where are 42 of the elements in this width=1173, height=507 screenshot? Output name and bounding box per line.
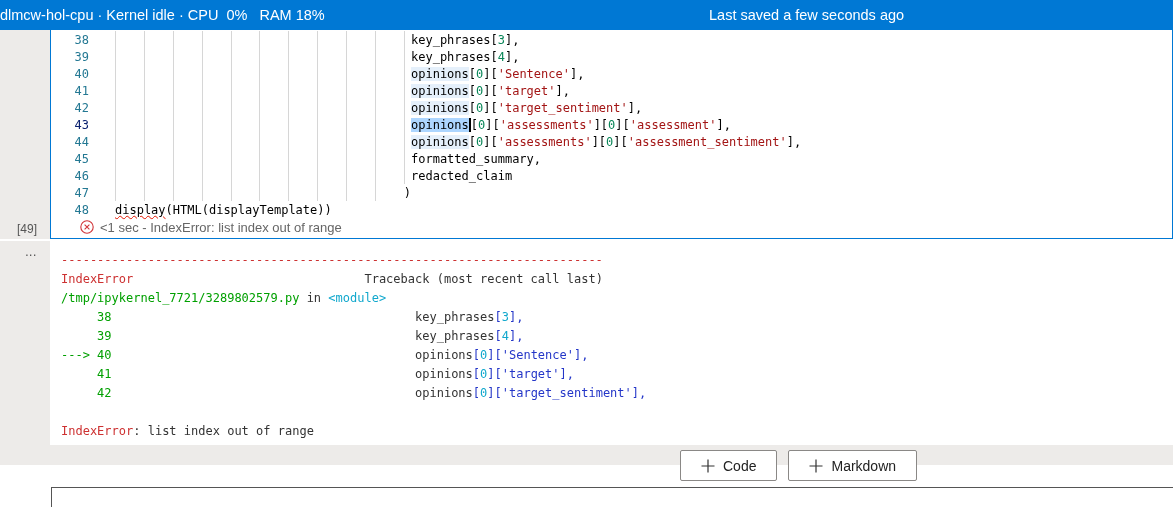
code-line: opinions[0]['Sentence'],	[411, 66, 585, 81]
save-status: Last saved a few seconds ago	[709, 7, 905, 23]
code-line: opinions [0]['assessments'][0]['assessment'],	[411, 117, 731, 132]
error-message: IndexError: list index out of range	[61, 423, 315, 440]
traceback-line: /tmp/ipykernel_7721/3289802579.py in <module>	[61, 290, 388, 307]
line-number: 47	[73, 185, 89, 200]
line-number: 46	[73, 168, 89, 183]
code-line: opinions[0]['assessments'][0]['assessment_sentiment'],	[411, 134, 802, 149]
line-number: 43	[73, 117, 89, 132]
traceback-line: 42 opinions[0]['target_sentiment'],	[96, 385, 648, 402]
line-number: 42	[73, 100, 89, 115]
traceback-line: 39 key_phrases[4],	[96, 328, 525, 345]
code-line: key_phrases[3],	[411, 32, 520, 47]
traceback-line: IndexError Traceback (most recent call last)	[61, 271, 604, 288]
code-line: formatted_summary,	[411, 151, 542, 166]
output-menu[interactable]: ...	[25, 245, 37, 259]
line-number: 45	[73, 151, 89, 166]
traceback-line: ---------------------------------------------------------------------------	[61, 252, 604, 269]
traceback-line: 38 key_phrases[3],	[96, 309, 525, 326]
line-number: 38	[73, 32, 89, 47]
code-line: )	[403, 185, 412, 200]
add-cell-button[interactable]: Markdown	[788, 450, 918, 481]
error-icon	[80, 220, 94, 234]
line-number: 48	[73, 202, 89, 217]
line-number: 40	[73, 66, 89, 81]
add-cell-button[interactable]: Code	[680, 450, 778, 481]
traceback-line: 41 opinions[0]['target'],	[96, 366, 575, 383]
line-number: 39	[73, 49, 89, 64]
code-line: redacted_claim	[411, 168, 513, 183]
traceback-line: ---> 40 opinions[0]['Sentence'],	[61, 347, 590, 364]
line-number: 41	[73, 83, 89, 98]
plus-icon	[701, 458, 715, 473]
code-line: opinions[0]['target_sentiment'],	[411, 100, 643, 115]
execution-status: <1 sec - IndexError: list index out of range	[100, 219, 342, 235]
kernel-status: dlmcw-hol-cpu · Kernel idle · CPU 0% RAM 18%	[0, 7, 326, 23]
code-cell[interactable]	[50, 30, 1173, 239]
code-line: opinions[0]['target'],	[411, 83, 570, 98]
code-line: key_phrases[4],	[411, 49, 520, 64]
line-number: 44	[73, 134, 89, 149]
plus-icon	[809, 458, 824, 473]
code-line: display(HTML(displayTemplate))	[115, 202, 332, 217]
execution-count: [49]	[17, 222, 37, 236]
